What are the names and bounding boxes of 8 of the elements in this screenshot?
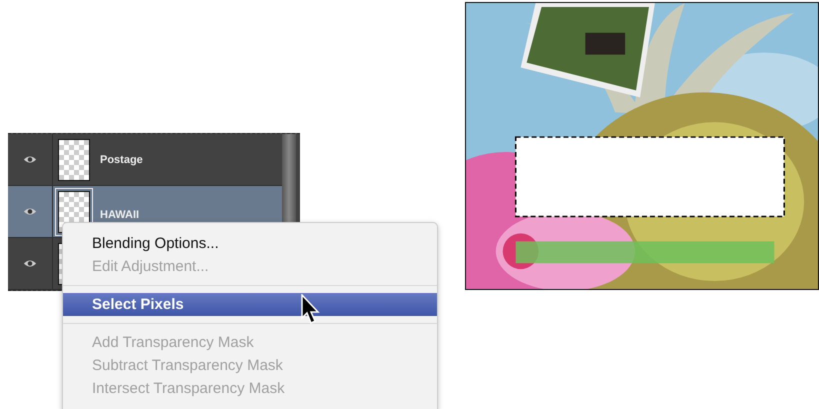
layer-name: HAWAII [100,208,140,220]
layer-name: Postage [100,154,143,166]
pointer-icon [300,294,320,324]
layer-thumbnail [58,138,90,180]
eye-icon[interactable] [23,207,37,216]
eye-icon[interactable] [23,155,37,164]
eye-icon[interactable] [23,259,37,268]
menu-item[interactable]: Select Pixels [63,293,437,316]
